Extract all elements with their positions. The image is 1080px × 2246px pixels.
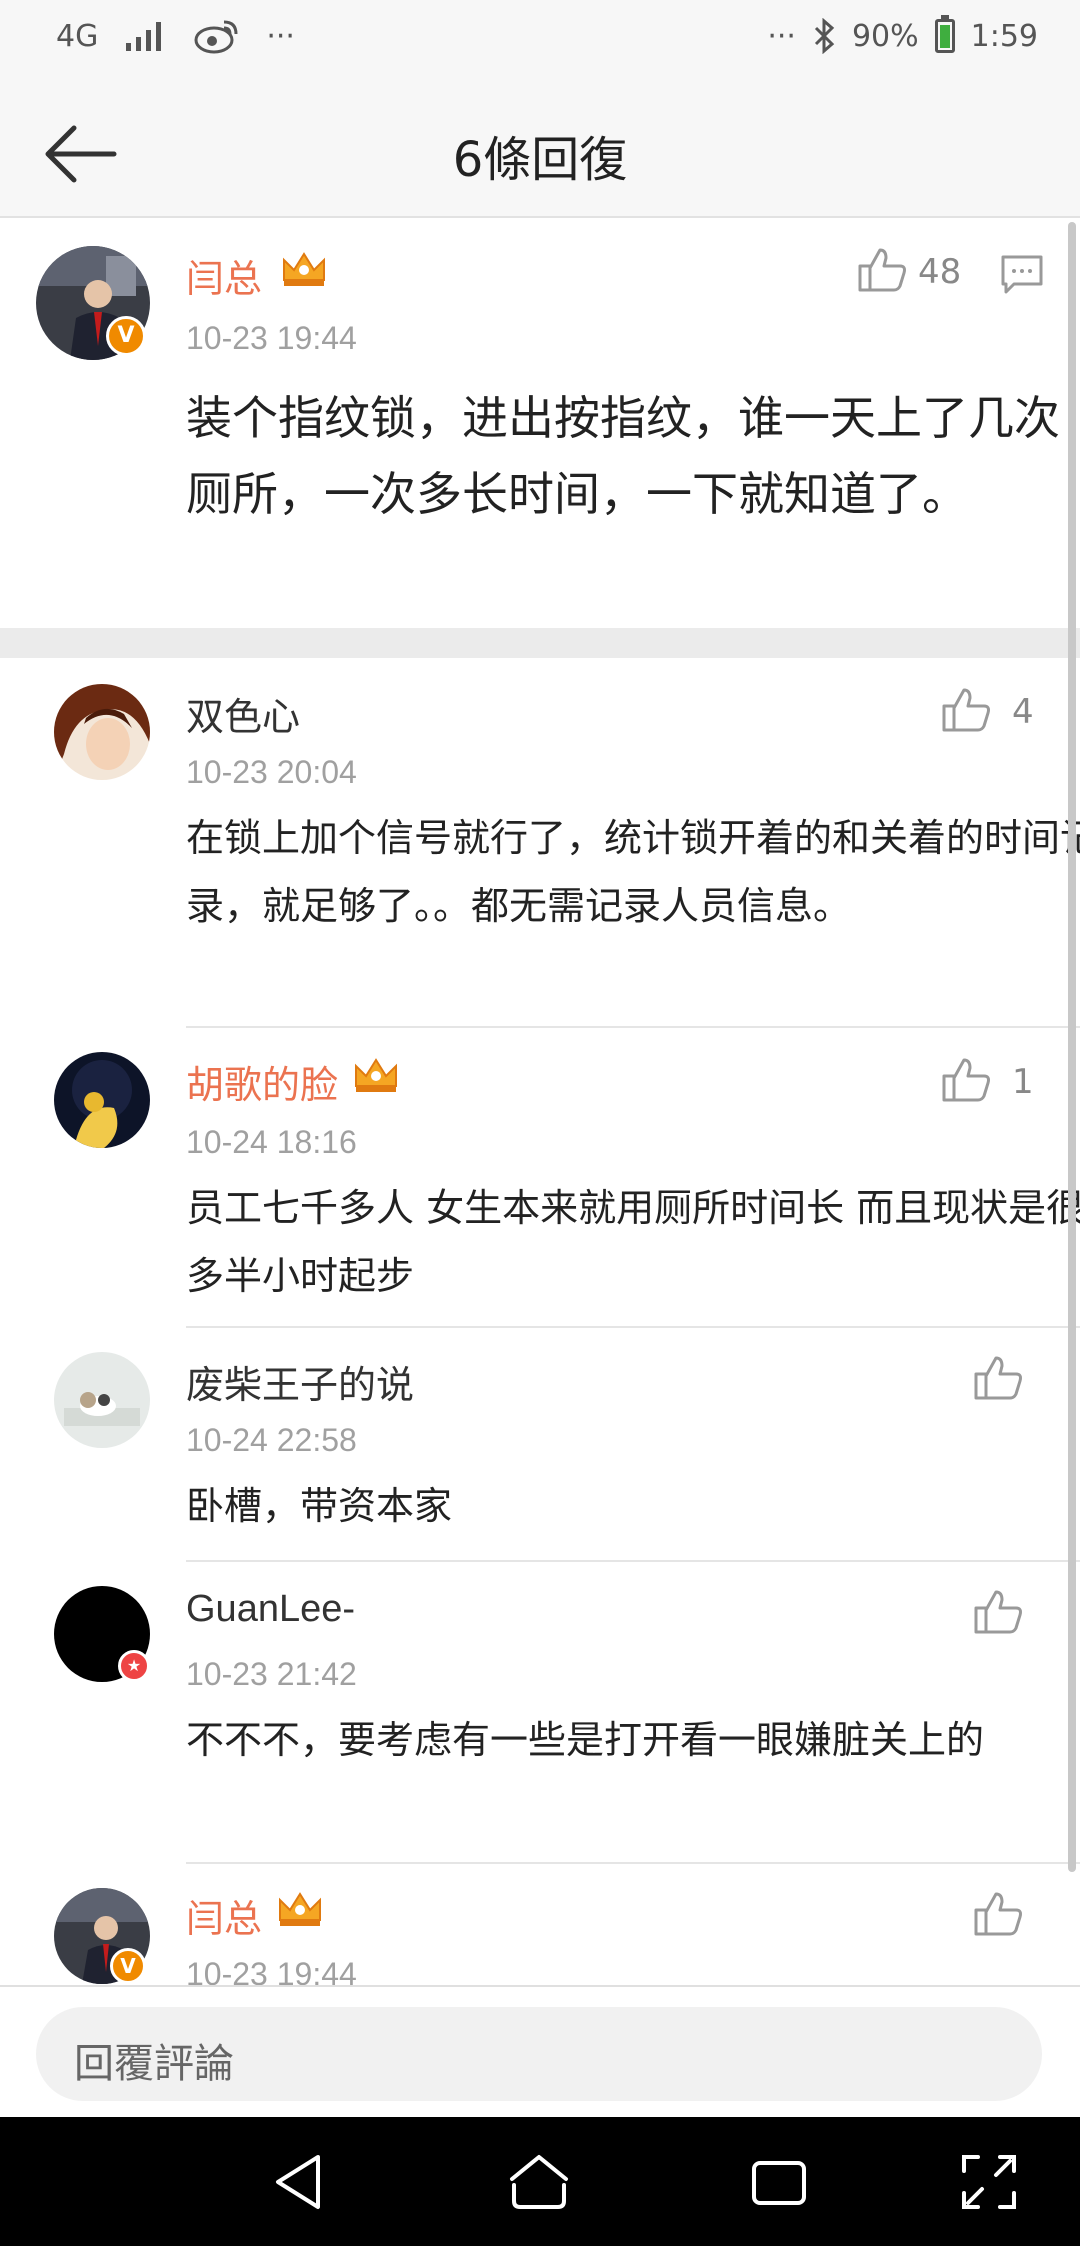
crown-vip-icon bbox=[279, 1892, 321, 1926]
star-badge-icon: ★ bbox=[118, 1650, 150, 1682]
avatar-image bbox=[54, 1352, 150, 1448]
status-left: 4G ··· bbox=[56, 18, 295, 54]
reply-username[interactable]: 胡歌的脸 bbox=[186, 1054, 338, 1109]
divider bbox=[186, 1862, 1080, 1864]
reply-username[interactable]: GuanLee- bbox=[186, 1588, 355, 1631]
reply-username[interactable]: 废柴王子的说 bbox=[186, 1354, 414, 1409]
reply-time: 10-23 19:44 bbox=[186, 1956, 357, 1985]
crown-vip-icon bbox=[283, 252, 325, 286]
comment-list[interactable]: V 闫总 10-23 19:44 48 装个指纹锁，进出按指纹，谁一天上了几次厕… bbox=[0, 220, 1080, 1985]
thumbs-up-icon[interactable] bbox=[972, 1354, 1024, 1402]
reply-input[interactable]: 回覆評論 bbox=[36, 2007, 1042, 2101]
battery-fill bbox=[939, 24, 950, 48]
verified-badge-icon: V bbox=[110, 1948, 146, 1984]
crown-vip-icon bbox=[355, 1058, 397, 1092]
page-title: 6條回復 bbox=[452, 132, 628, 188]
reply-time: 10-23 21:42 bbox=[186, 1656, 357, 1692]
comment-text: 装个指纹锁，进出按指纹，谁一天上了几次厕所，一次多长时间，一下就知道了。 bbox=[186, 391, 1060, 521]
bluetooth-icon bbox=[814, 18, 835, 54]
thumbs-up-icon[interactable] bbox=[940, 1056, 992, 1104]
thumbs-up-icon[interactable] bbox=[972, 1588, 1024, 1636]
reply-time: 10-24 22:58 bbox=[186, 1422, 357, 1458]
status-right: ··· 90% 1:59 bbox=[767, 15, 1038, 54]
thumbs-up-icon[interactable] bbox=[856, 246, 908, 294]
signal-icon bbox=[126, 22, 162, 51]
status-bar: 4G ··· ··· 90% 1:59 bbox=[0, 0, 1080, 90]
system-nav-bar bbox=[0, 2117, 1080, 2246]
battery-percent: 90% bbox=[851, 18, 919, 54]
clock: 1:59 bbox=[970, 18, 1038, 54]
reply-text: 员工七千多人 女生本来就用厕所时间长 而且现状是很多半小时起步 bbox=[186, 1186, 1080, 1298]
more-notifications-icon: ··· bbox=[266, 18, 295, 54]
reply-text: 在锁上加个信号就行了，统计锁开着的和关着的时间记录，就足够了。。都无需记录人员信… bbox=[186, 816, 1080, 928]
avatar[interactable] bbox=[54, 1352, 150, 1448]
status-more-icon: ··· bbox=[767, 18, 796, 54]
comment-username[interactable]: 闫总 bbox=[186, 248, 262, 303]
nav-back-icon[interactable] bbox=[266, 2149, 332, 2215]
like-count: 48 bbox=[918, 252, 962, 292]
nav-home-icon[interactable] bbox=[506, 2149, 572, 2215]
comment-reply-icon[interactable] bbox=[1000, 254, 1044, 296]
reply-time: 10-23 20:04 bbox=[186, 754, 357, 790]
avatar[interactable] bbox=[54, 1052, 150, 1148]
reply-text: 不不不，要考虑有一些是打开看一眼嫌脏关上的 bbox=[186, 1718, 985, 1762]
thumbs-up-icon[interactable] bbox=[940, 686, 992, 734]
divider bbox=[186, 1560, 1080, 1562]
divider bbox=[186, 1026, 1080, 1028]
main-comment: V 闫总 10-23 19:44 48 装个指纹锁，进出按指纹，谁一天上了几次厕… bbox=[0, 220, 1080, 628]
scrollbar[interactable] bbox=[1068, 222, 1076, 1872]
avatar-image bbox=[54, 1052, 150, 1148]
avatar-image bbox=[54, 684, 150, 780]
reply-input-bar: 回覆評論 bbox=[0, 1985, 1080, 2117]
like-count: 1 bbox=[1012, 1062, 1034, 1102]
reply-username[interactable]: 双色心 bbox=[186, 686, 300, 741]
reply-text: 卧槽，带资本家 bbox=[186, 1484, 453, 1528]
reply-input-placeholder: 回覆評論 bbox=[74, 2041, 234, 2087]
reply-time: 10-24 18:16 bbox=[186, 1124, 357, 1160]
comment-time: 10-23 19:44 bbox=[186, 320, 357, 356]
verified-badge-icon: V bbox=[106, 316, 146, 356]
section-gap bbox=[0, 628, 1080, 658]
reply-username[interactable]: 闫总 bbox=[186, 1888, 262, 1943]
nav-fullscreen-icon[interactable] bbox=[956, 2149, 1022, 2215]
like-count: 4 bbox=[1012, 692, 1034, 732]
network-type: 4G bbox=[56, 18, 99, 54]
avatar[interactable] bbox=[54, 684, 150, 780]
title-bar: 6條回復 bbox=[0, 90, 1080, 218]
battery-icon bbox=[934, 15, 955, 53]
divider bbox=[186, 1326, 1080, 1328]
thumbs-up-icon[interactable] bbox=[972, 1890, 1024, 1938]
weibo-icon bbox=[194, 20, 238, 54]
nav-recents-icon[interactable] bbox=[746, 2149, 812, 2215]
